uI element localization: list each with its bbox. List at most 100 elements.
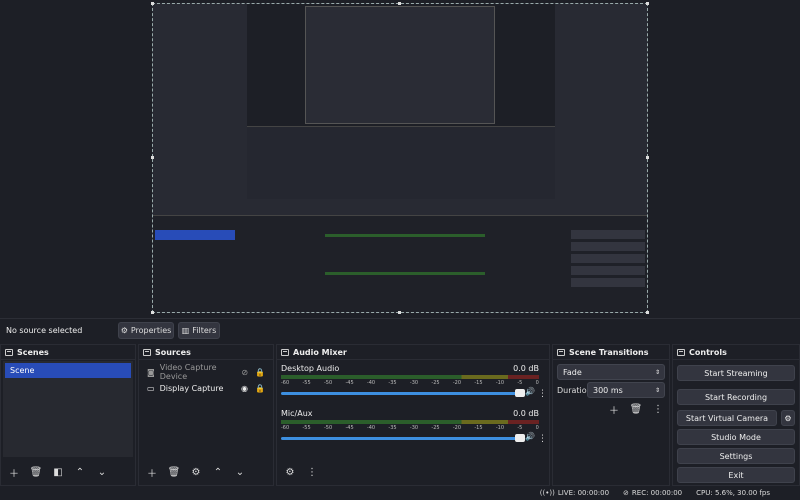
source-properties-icon[interactable]: ⚙	[187, 464, 205, 480]
volume-meter	[281, 375, 539, 379]
more-options-icon[interactable]: ⋮	[538, 434, 547, 444]
move-down-icon[interactable]: ⌄	[93, 464, 111, 480]
advanced-audio-icon[interactable]: ⚙	[281, 464, 299, 480]
sources-dock-title: Sources	[139, 345, 273, 360]
settings-button[interactable]: Settings	[677, 448, 795, 464]
tick: -10	[495, 425, 505, 431]
scenes-title: Scenes	[17, 347, 49, 357]
filters-label: Filters	[192, 326, 217, 335]
transitions-title: Scene Transitions	[569, 347, 649, 357]
status-bar: ((•)) LIVE: 00:00:00 ⊘ REC: 00:00:00 CPU: …	[0, 486, 800, 500]
tick: -20	[452, 380, 462, 386]
scene-transitions-dock: Scene Transitions Fade ⇕ Duration 300 ms…	[552, 344, 670, 486]
source-toolbar: No source selected ⚙ Properties ▥ Filter…	[0, 318, 800, 342]
remove-transition-icon[interactable]: 🗑	[627, 401, 645, 417]
spin-arrows-icon[interactable]: ⇕	[655, 387, 660, 394]
lock-icon[interactable]: 🔒	[255, 368, 265, 377]
audio-mixer-dock: Audio Mixer Desktop Audio 0.0 dB -60 -55 -…	[276, 344, 550, 486]
volume-slider[interactable]: 🔊	[281, 387, 539, 397]
speaker-icon[interactable]: 🔊	[525, 387, 535, 396]
properties-button[interactable]: ⚙ Properties	[118, 322, 174, 339]
more-options-icon[interactable]: ⋮	[538, 389, 547, 399]
controls-dock-title: Controls	[673, 345, 799, 360]
meter-ticks: -60 -55 -50 -45 -40 -35 -30 -25 -20 -15 -10 -5 0	[281, 425, 539, 433]
eye-icon[interactable]: ◉	[241, 384, 248, 393]
mixer-dock-title: Audio Mixer	[277, 345, 549, 360]
transition-value: Fade	[563, 367, 582, 377]
sources-list[interactable]: ◙ Video Capture Device ⊘ 🔒 ▭ Display Cap…	[141, 361, 271, 457]
move-down-icon[interactable]: ⌄	[231, 464, 249, 480]
tick: -15	[474, 380, 483, 386]
channel-name: Desktop Audio	[281, 364, 340, 373]
dock-icon	[281, 348, 289, 356]
add-source-icon[interactable]: ＋	[143, 464, 161, 480]
visibility-hidden-icon[interactable]: ⊘	[241, 368, 248, 377]
transition-menu-icon[interactable]: ⋮	[649, 401, 667, 417]
scene-filters-icon[interactable]: ◧	[49, 464, 67, 480]
tick: -55	[302, 380, 311, 386]
tick: -35	[388, 425, 397, 431]
controls-dock: Controls Start Streaming Start Recording…	[672, 344, 800, 486]
preview-area[interactable]	[0, 0, 800, 316]
record-icon: ⊘	[623, 489, 629, 497]
tick: -60	[281, 380, 290, 386]
tick: -60	[281, 425, 290, 431]
transition-select[interactable]: Fade ⇕	[557, 364, 665, 380]
slider-track[interactable]	[281, 437, 517, 440]
broadcast-icon: ((•))	[539, 489, 555, 497]
tick: -5	[517, 425, 523, 431]
sources-dock: Sources ◙ Video Capture Device ⊘ 🔒 ▭ Dis…	[138, 344, 274, 486]
live-time: LIVE: 00:00:00	[557, 489, 610, 497]
tick: 0	[535, 425, 539, 431]
controls-title: Controls	[689, 347, 727, 357]
duration-spinbox[interactable]: 300 ms ⇕	[587, 382, 665, 398]
filters-button[interactable]: ▥ Filters	[178, 322, 220, 339]
tick: -45	[345, 425, 354, 431]
volume-slider[interactable]: 🔊	[281, 432, 539, 442]
add-scene-icon[interactable]: ＋	[5, 464, 23, 480]
mixer-toolbar: ⚙ ⋮	[277, 459, 549, 485]
live-status: ((•)) LIVE: 00:00:00	[540, 489, 609, 497]
tick: -50	[323, 380, 333, 386]
volume-meter	[281, 420, 539, 424]
slider-track[interactable]	[281, 392, 517, 395]
virtual-camera-settings-button[interactable]: ⚙	[781, 410, 795, 426]
mixer-channel-mic: Mic/Aux 0.0 dB -60 -55 -50 -45 -40 -35 -30 -25-…	[281, 409, 547, 445]
scenes-list[interactable]: Scene	[3, 361, 133, 457]
speaker-icon[interactable]: 🔊	[525, 432, 535, 441]
channel-name: Mic/Aux	[281, 409, 313, 418]
monitor-icon: ▭	[147, 383, 155, 393]
slider-thumb[interactable]	[515, 434, 525, 442]
preview-canvas[interactable]	[152, 3, 648, 313]
transition-buttons: ＋ 🗑 ⋮	[605, 401, 667, 417]
start-recording-button[interactable]: Start Recording	[677, 389, 795, 405]
scenes-dock: Scenes Scene ＋ 🗑 ◧ ⌃ ⌄	[0, 344, 136, 486]
sources-toolbar: ＋ 🗑 ⚙ ⌃ ⌄	[139, 459, 273, 485]
source-item[interactable]: ◙ Video Capture Device ⊘ 🔒	[147, 363, 265, 381]
move-up-icon[interactable]: ⌃	[71, 464, 89, 480]
add-transition-icon[interactable]: ＋	[605, 401, 623, 417]
mixer-menu-icon[interactable]: ⋮	[303, 464, 321, 480]
remove-scene-icon[interactable]: 🗑	[27, 464, 45, 480]
start-virtual-camera-button[interactable]: Start Virtual Camera	[677, 410, 777, 426]
camera-icon: ◙	[147, 367, 155, 377]
dock-icon	[677, 348, 685, 356]
exit-button[interactable]: Exit	[677, 467, 795, 483]
tick: -45	[345, 380, 354, 386]
slider-thumb[interactable]	[515, 389, 525, 397]
remove-source-icon[interactable]: 🗑	[165, 464, 183, 480]
properties-label: Properties	[130, 326, 172, 335]
nested-docks	[153, 215, 647, 312]
gear-icon: ⚙	[784, 413, 792, 423]
scene-item[interactable]: Scene	[5, 363, 131, 378]
tick: -35	[388, 380, 397, 386]
source-name: Display Capture	[159, 383, 224, 393]
studio-mode-button[interactable]: Studio Mode	[677, 429, 795, 445]
lock-icon[interactable]: 🔒	[255, 384, 265, 393]
channel-db: 0.0 dB	[513, 409, 539, 418]
tick: -55	[302, 425, 311, 431]
move-up-icon[interactable]: ⌃	[209, 464, 227, 480]
duration-value: 300 ms	[593, 385, 623, 395]
start-streaming-button[interactable]: Start Streaming	[677, 365, 795, 381]
source-item[interactable]: ▭ Display Capture ◉ 🔒	[147, 381, 265, 395]
